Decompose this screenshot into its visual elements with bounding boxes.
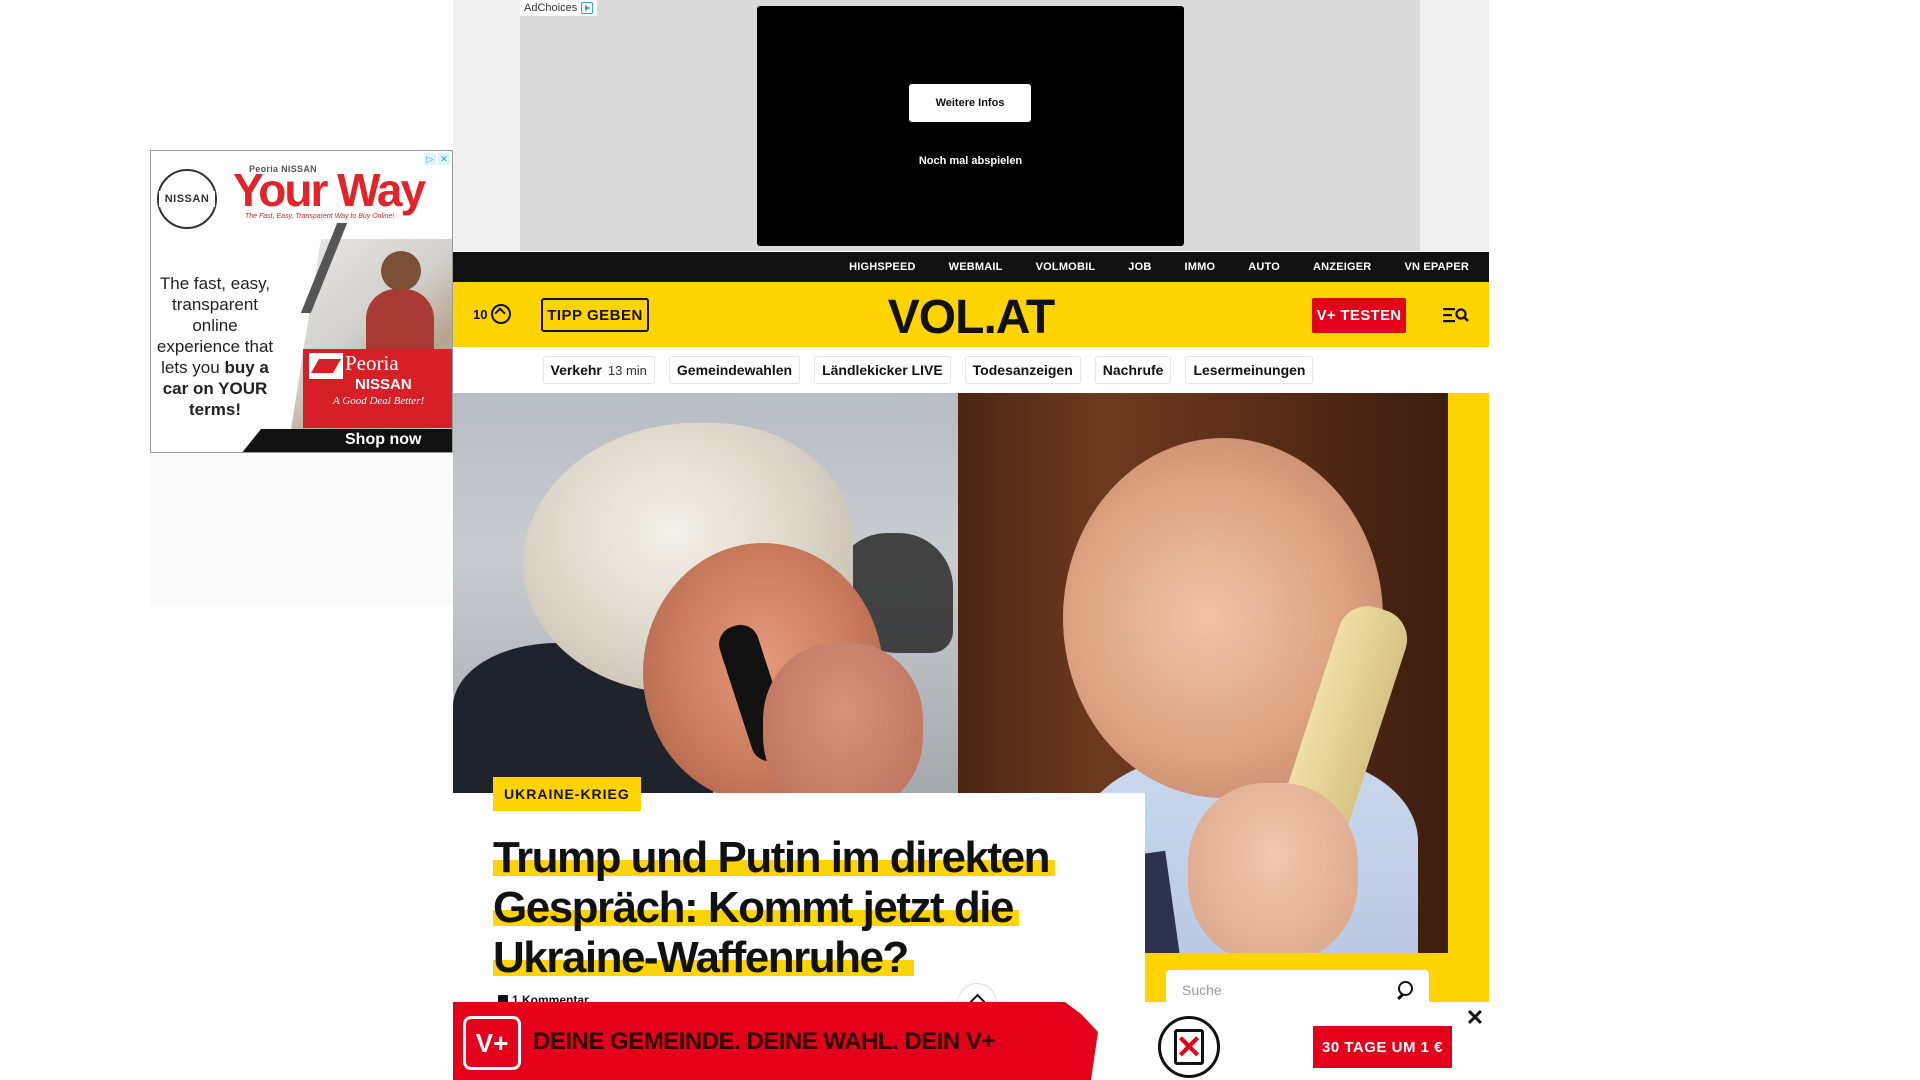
subscribe-button[interactable]: V+ TESTEN bbox=[1312, 298, 1406, 333]
headline-line-1: Trump und Putin im direkten bbox=[493, 833, 1055, 882]
topic-chips: Verkehr 13 min Gemeindewahlen Ländlekick… bbox=[453, 347, 1489, 393]
nissan-logo: NISSAN bbox=[157, 169, 217, 229]
chip-verkehr[interactable]: Verkehr 13 min bbox=[542, 356, 655, 384]
ad-dealer-brand: NISSAN bbox=[355, 376, 412, 393]
service-link-highspeed[interactable]: HIGHSPEED bbox=[849, 261, 916, 273]
ad-info-icons[interactable]: ▷ ✕ bbox=[424, 153, 450, 165]
more-info-button[interactable]: Weitere Infos bbox=[909, 84, 1031, 122]
ad-close-icon[interactable]: ✕ bbox=[438, 153, 450, 165]
ad-dealer-slogan: A Good Deal Better! bbox=[333, 395, 425, 407]
promo-slogan: DEINE GEMEINDE. DEINE WAHL. DEIN V+ bbox=[533, 1028, 995, 1055]
weather-widget[interactable]: 10 bbox=[473, 304, 512, 324]
close-icon[interactable]: ✕ bbox=[1465, 1007, 1485, 1029]
service-link-vn-epaper[interactable]: VN EPAPER bbox=[1404, 261, 1469, 273]
replay-button[interactable]: Noch mal abspielen bbox=[757, 155, 1184, 167]
article-headline[interactable]: Trump und Putin im direkten Gespräch: Ko… bbox=[493, 833, 1093, 983]
ad-dealer-box: Peoria NISSAN A Good Deal Better! bbox=[303, 349, 452, 428]
ad-shop-now-button[interactable]: Shop now bbox=[241, 429, 452, 452]
adchoices-label: AdChoices bbox=[524, 2, 578, 14]
chip-nachrufe[interactable]: Nachrufe bbox=[1094, 356, 1172, 384]
search-icon[interactable] bbox=[1395, 981, 1413, 999]
chip-gemeindewahlen[interactable]: Gemeindewahlen bbox=[668, 356, 801, 384]
promo-cta-button[interactable]: 30 TAGE UM 1 € bbox=[1313, 1026, 1452, 1068]
service-link-webmail[interactable]: WEBMAIL bbox=[949, 261, 1003, 273]
search-input[interactable] bbox=[1182, 982, 1395, 998]
person-left-hand bbox=[763, 643, 923, 793]
hero-image-left[interactable] bbox=[453, 393, 958, 793]
adchoices-icon bbox=[581, 2, 594, 14]
adchoices-link[interactable]: AdChoices bbox=[520, 0, 598, 16]
promo-banner-red: V+ DEINE GEMEINDE. DEINE WAHL. DEIN V+ bbox=[453, 1002, 1098, 1080]
chip-lesermeinungen[interactable]: Lesermeinungen bbox=[1185, 356, 1314, 384]
hero-section: UKRAINE-KRIEG Trump und Putin im direkte… bbox=[453, 393, 1489, 1013]
service-link-anzeiger[interactable]: ANZEIGER bbox=[1313, 261, 1371, 273]
chip-todesanzeigen[interactable]: Todesanzeigen bbox=[964, 356, 1081, 384]
weather-temperature: 10 bbox=[473, 306, 488, 322]
weather-icon bbox=[491, 304, 512, 324]
service-link-immo[interactable]: IMMO bbox=[1184, 261, 1215, 273]
headline-line-3: Ukraine-Waffenruhe? bbox=[493, 933, 914, 982]
service-link-volmobil[interactable]: VOLMOBIL bbox=[1036, 261, 1096, 273]
ad-person-head bbox=[381, 251, 421, 291]
service-nav: HIGHSPEED WEBMAIL VOLMOBIL JOB IMMO AUTO… bbox=[453, 252, 1489, 282]
vplus-badge: V+ bbox=[463, 1016, 521, 1070]
ad-dealer-name: Peoria bbox=[345, 351, 399, 375]
headline-line-2: Gespräch: Kommt jetzt die bbox=[493, 883, 1019, 932]
side-ad-banner[interactable]: ▷ ✕ NISSAN Peoria NISSAN Your Way The Fa… bbox=[150, 150, 453, 453]
article-card[interactable]: UKRAINE-KRIEG Trump und Putin im direkte… bbox=[453, 777, 1145, 1013]
ad-body-text: The fast, easy, transparent online exper… bbox=[153, 273, 277, 420]
peoria-logo-icon bbox=[309, 353, 343, 379]
site-header: 10 TIPP GEBEN VOL.AT V+ TESTEN bbox=[453, 282, 1489, 347]
site-logo-text[interactable]: VOL.AT bbox=[888, 291, 1055, 344]
category-tag[interactable]: UKRAINE-KRIEG bbox=[493, 777, 641, 811]
person-right-hand bbox=[1188, 783, 1358, 953]
ad-info-icon[interactable]: ▷ bbox=[424, 153, 436, 165]
promo-banner[interactable]: V+ DEINE GEMEINDE. DEINE WAHL. DEIN V+ 3… bbox=[453, 1002, 1489, 1080]
menu-search-icon[interactable] bbox=[1443, 306, 1469, 324]
service-link-auto[interactable]: AUTO bbox=[1248, 261, 1280, 273]
side-ad-spacer bbox=[150, 453, 453, 605]
page: AdChoices Weitere Infos Noch mal abspiel… bbox=[0, 0, 1920, 1080]
chip-laendlekicker-live[interactable]: Ländlekicker LIVE bbox=[814, 356, 951, 384]
ballot-icon bbox=[1158, 1016, 1220, 1078]
tip-button[interactable]: TIPP GEBEN bbox=[541, 298, 649, 332]
ad-tagline: The Fast, Easy, Transparent Way to Buy O… bbox=[245, 213, 395, 220]
video-ad-player[interactable]: Weitere Infos Noch mal abspielen bbox=[757, 6, 1184, 246]
service-link-job[interactable]: JOB bbox=[1128, 261, 1151, 273]
ad-headline: Your Way bbox=[233, 164, 426, 216]
chip-verkehr-time: 13 min bbox=[607, 362, 647, 378]
